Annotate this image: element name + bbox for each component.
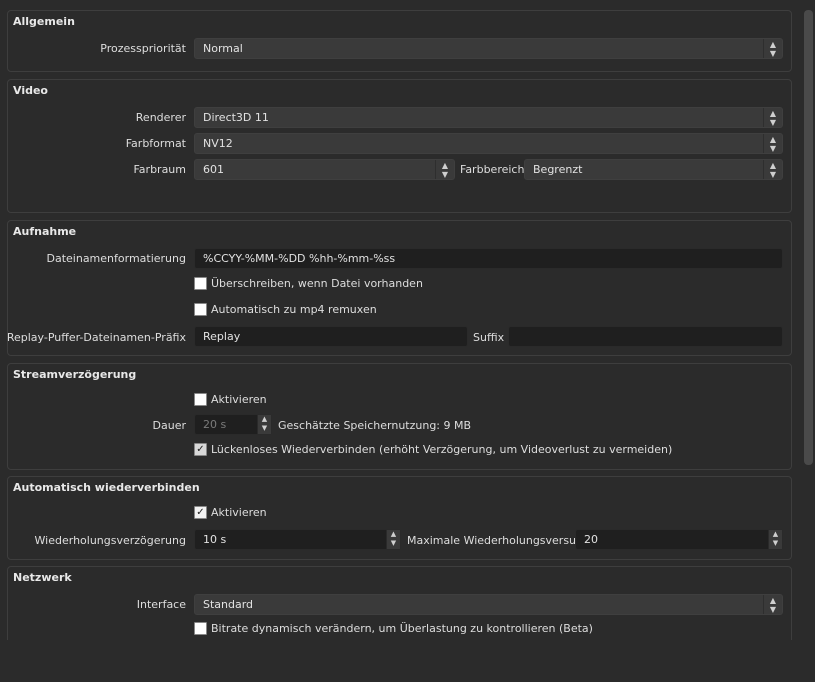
checkmark-icon: ✓ <box>194 443 207 456</box>
renderer-value: Direct3D 11 <box>203 111 269 124</box>
group-streamverzoegerung: Streamverzögerung Aktivieren Dauer 20 s … <box>7 363 792 470</box>
group-title: Streamverzögerung <box>13 368 137 381</box>
replay-input[interactable]: Replay <box>194 326 468 347</box>
retry-delay-spinbox[interactable]: 10 s ▲ ▼ <box>194 529 401 550</box>
farbbereich-combo[interactable]: Begrenzt ▲ ▼ <box>524 159 783 180</box>
reconnect-enable-label: Aktivieren <box>211 506 267 519</box>
bitrate-label: Bitrate dynamisch verändern, um Überlast… <box>211 622 593 635</box>
prozess-combo[interactable]: Normal ▲ ▼ <box>194 38 783 59</box>
updown-chevron-icon: ▲ ▼ <box>435 160 454 179</box>
advanced-settings-panel: Allgemein Prozesspriorität Normal ▲ ▼ Vid… <box>0 0 800 640</box>
renderer-combo[interactable]: Direct3D 11 ▲ ▼ <box>194 107 783 128</box>
farbbereich-value: Begrenzt <box>533 163 583 176</box>
group-video: Video Renderer Direct3D 11 ▲ ▼ Farbformat… <box>7 79 792 213</box>
interface-value: Standard <box>203 598 254 611</box>
updown-chevron-icon: ▲ ▼ <box>763 134 782 153</box>
farbbereich-label: Farbbereich <box>460 163 525 176</box>
max-retries-spinbox[interactable]: 20 ▲ ▼ <box>575 529 783 550</box>
group-title: Aufnahme <box>13 225 77 238</box>
group-auto-reconnect: Automatisch wiederverbinden ✓ Aktivieren… <box>7 476 792 560</box>
group-allgemein: Allgemein Prozesspriorität Normal ▲ ▼ <box>7 10 792 72</box>
group-title: Netzwerk <box>13 571 72 584</box>
remux-label: Automatisch zu mp4 remuxen <box>211 303 377 316</box>
dateiname-input[interactable]: %CCYY-%MM-%DD %hh-%mm-%ss <box>194 248 783 269</box>
spin-arrows-icon[interactable]: ▲ ▼ <box>768 530 782 549</box>
dauer-value: 20 s <box>203 418 227 431</box>
checkbox-box <box>194 393 207 406</box>
interface-combo[interactable]: Standard ▲ ▼ <box>194 594 783 615</box>
overwrite-label: Überschreiben, wenn Datei vorhanden <box>211 277 423 290</box>
speicher-text: Geschätzte Speichernutzung: 9 MB <box>278 419 472 432</box>
spin-arrows-icon[interactable]: ▲ ▼ <box>257 415 271 434</box>
prozess-label: Prozesspriorität <box>100 42 186 55</box>
suffix-label: Suffix <box>473 331 505 344</box>
group-title: Allgemein <box>13 15 75 28</box>
farbraum-combo[interactable]: 601 ▲ ▼ <box>194 159 455 180</box>
farbraum-value: 601 <box>203 163 224 176</box>
dauer-spinbox[interactable]: 20 s ▲ ▼ <box>194 414 272 435</box>
checkbox-box <box>194 622 207 635</box>
dauer-label: Dauer <box>152 419 186 432</box>
farbraum-label: Farbraum <box>133 163 186 176</box>
updown-chevron-icon: ▲ ▼ <box>763 39 782 58</box>
group-title: Video <box>13 84 48 97</box>
farbformat-value: NV12 <box>203 137 233 150</box>
scrollbar-thumb[interactable] <box>804 10 813 465</box>
spin-arrows-icon[interactable]: ▲ ▼ <box>386 530 400 549</box>
checkbox-box <box>194 277 207 290</box>
bottom-area <box>0 640 815 682</box>
vertical-scrollbar[interactable] <box>800 0 815 682</box>
renderer-label: Renderer <box>135 111 186 124</box>
max-retries-value: 20 <box>584 533 598 546</box>
updown-chevron-icon: ▲ ▼ <box>763 108 782 127</box>
dateiname-label: Dateinamenformatierung <box>46 252 187 265</box>
group-aufnahme: Aufnahme Dateinamenformatierung %CCYY-%M… <box>7 220 792 356</box>
delay-enable-label: Aktivieren <box>211 393 267 406</box>
retry-delay-value: 10 s <box>203 533 227 546</box>
suffix-input[interactable] <box>508 326 783 347</box>
farbformat-combo[interactable]: NV12 ▲ ▼ <box>194 133 783 154</box>
checkmark-icon: ✓ <box>194 506 207 519</box>
checkbox-box <box>194 303 207 316</box>
interface-label: Interface <box>136 598 186 611</box>
replay-label: Replay-Puffer-Dateinamen-Präfix <box>6 331 186 344</box>
prozess-value: Normal <box>203 42 243 55</box>
group-netzwerk: Netzwerk Interface Standard ▲ ▼ Bitrate d… <box>7 566 792 640</box>
lueckenlos-label: Lückenloses Wiederverbinden (erhöht Verz… <box>211 443 673 456</box>
group-title: Automatisch wiederverbinden <box>13 481 200 494</box>
updown-chevron-icon: ▲ ▼ <box>763 160 782 179</box>
delay-label: Wiederholungsverzögerung <box>34 534 186 547</box>
updown-chevron-icon: ▲ ▼ <box>763 595 782 614</box>
farbformat-label: Farbformat <box>125 137 186 150</box>
max-retries-label: Maximale Wiederholungsversuche <box>407 534 596 547</box>
